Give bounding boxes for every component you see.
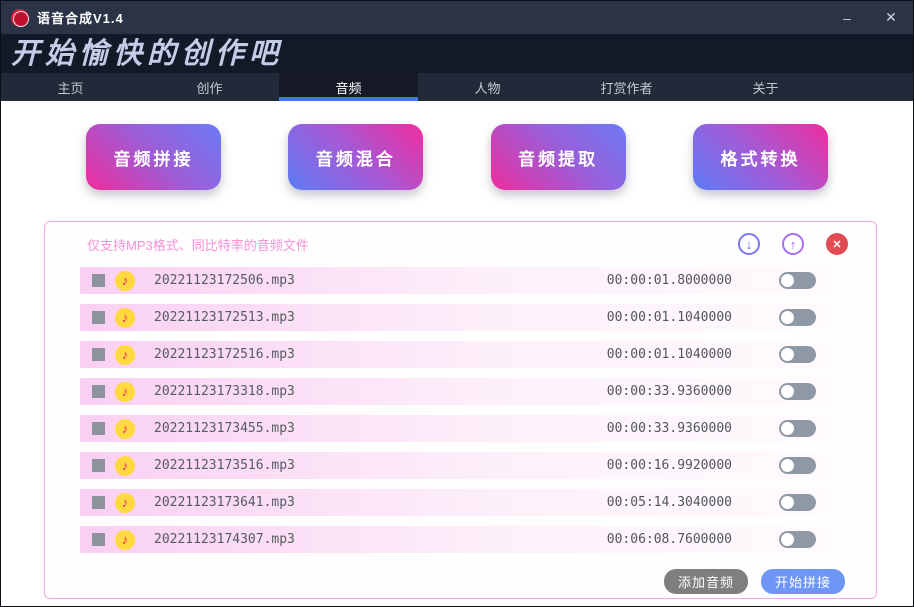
file-list: ♪ 20221123172506.mp3 00:00:01.8000000 ♪ … [80,267,836,553]
music-note-icon: ♪ [115,456,135,476]
app-window: 语音合成V1.4 – ✕ 开始愉快的创作吧 主页 创作 音频 人物 打赏作者 关… [0,0,914,607]
row-checkbox[interactable] [92,385,105,398]
tab-character[interactable]: 人物 [418,73,557,101]
file-row: ♪ 20221123172506.mp3 00:00:01.8000000 [80,267,836,294]
file-row: ♪ 20221123173516.mp3 00:00:16.9920000 [80,452,836,479]
music-note-icon: ♪ [115,271,135,291]
banner: 开始愉快的创作吧 [1,34,913,73]
file-row: ♪ 20221123173455.mp3 00:00:33.9360000 [80,415,836,442]
row-checkbox[interactable] [92,311,105,324]
file-name: 20221123172513.mp3 [154,310,295,325]
music-note-icon: ♪ [115,419,135,439]
row-toggle[interactable] [779,420,816,437]
file-row: ♪ 20221123172516.mp3 00:00:01.1040000 [80,341,836,368]
file-duration: 00:05:14.3040000 [607,495,732,510]
row-toggle[interactable] [779,309,816,326]
audio-extract-button[interactable]: 音频提取 [491,124,626,190]
action-button-row: 音频拼接 音频混合 音频提取 格式转换 [1,124,913,190]
music-note-icon: ♪ [115,308,135,328]
file-duration: 00:00:01.1040000 [607,310,732,325]
add-audio-button[interactable]: 添加音频 [664,569,748,594]
clear-all-icon[interactable]: ✕ [826,233,848,255]
tab-audio-label: 音频 [335,78,361,97]
music-note-icon: ♪ [115,382,135,402]
file-duration: 00:00:33.9360000 [607,421,732,436]
panel-footer: 添加音频 开始拼接 [45,569,845,594]
tab-home[interactable]: 主页 [1,73,140,101]
format-convert-button[interactable]: 格式转换 [693,124,828,190]
app-icon [11,9,29,27]
file-row: ♪ 20221123174307.mp3 00:06:08.7600000 [80,526,836,553]
audio-mix-button[interactable]: 音频混合 [288,124,423,190]
window-title: 语音合成V1.4 [37,8,124,27]
file-panel: 仅支持MP3格式、同比特率的音频文件 ↓ ↑ ✕ ♪ 2022112317250… [44,221,877,599]
row-checkbox[interactable] [92,459,105,472]
music-note-icon: ♪ [115,493,135,513]
title-bar: 语音合成V1.4 – ✕ [1,1,913,34]
file-name: 20221123174307.mp3 [154,532,295,547]
row-checkbox[interactable] [92,348,105,361]
row-toggle[interactable] [779,457,816,474]
move-down-icon[interactable]: ↓ [738,233,760,255]
file-duration: 00:00:01.1040000 [607,347,732,362]
file-duration: 00:00:01.8000000 [607,273,732,288]
toggle-knob [781,422,794,435]
row-toggle[interactable] [779,383,816,400]
file-name: 20221123173455.mp3 [154,421,295,436]
file-row: ♪ 20221123173641.mp3 00:05:14.3040000 [80,489,836,516]
row-toggle[interactable] [779,272,816,289]
file-name: 20221123173318.mp3 [154,384,295,399]
toggle-knob [781,459,794,472]
file-duration: 00:00:33.9360000 [607,384,732,399]
row-toggle[interactable] [779,494,816,511]
banner-headline: 开始愉快的创作吧 [1,34,283,73]
toggle-knob [781,496,794,509]
format-hint-text: 仅支持MP3格式、同比特率的音频文件 [87,235,716,254]
file-duration: 00:06:08.7600000 [607,532,732,547]
toggle-knob [781,385,794,398]
tab-donate[interactable]: 打赏作者 [557,73,696,101]
row-checkbox[interactable] [92,422,105,435]
file-duration: 00:00:16.9920000 [607,458,732,473]
row-checkbox[interactable] [92,496,105,509]
row-checkbox[interactable] [92,533,105,546]
start-splice-button[interactable]: 开始拼接 [761,569,845,594]
file-name: 20221123173516.mp3 [154,458,295,473]
audio-splice-button[interactable]: 音频拼接 [86,124,221,190]
move-up-icon[interactable]: ↑ [782,233,804,255]
file-name: 20221123172506.mp3 [154,273,295,288]
tab-about[interactable]: 关于 [696,73,835,101]
music-note-icon: ♪ [115,345,135,365]
close-button[interactable]: ✕ [869,1,913,34]
file-name: 20221123172516.mp3 [154,347,295,362]
tab-create[interactable]: 创作 [140,73,279,101]
toggle-knob [781,533,794,546]
row-toggle[interactable] [779,531,816,548]
minimize-button[interactable]: – [825,1,869,34]
toggle-knob [781,311,794,324]
row-toggle[interactable] [779,346,816,363]
panel-header: 仅支持MP3格式、同比特率的音频文件 ↓ ↑ ✕ [45,222,876,255]
file-row: ♪ 20221123173318.mp3 00:00:33.9360000 [80,378,836,405]
tab-bar: 主页 创作 音频 人物 打赏作者 关于 [1,73,913,101]
music-note-icon: ♪ [115,530,135,550]
file-name: 20221123173641.mp3 [154,495,295,510]
active-tab-indicator [279,97,418,101]
toggle-knob [781,348,794,361]
file-row: ♪ 20221123172513.mp3 00:00:01.1040000 [80,304,836,331]
tab-audio[interactable]: 音频 [279,73,418,101]
row-checkbox[interactable] [92,274,105,287]
toggle-knob [781,274,794,287]
